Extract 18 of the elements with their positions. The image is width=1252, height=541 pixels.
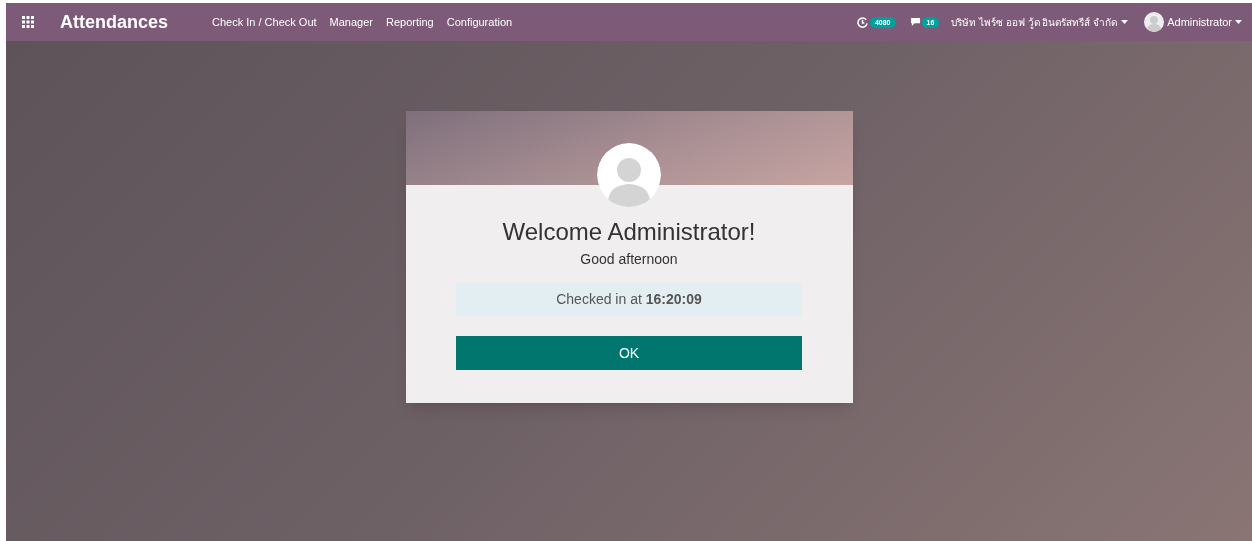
menu-item[interactable]: Reporting — [386, 13, 434, 31]
caret-icon — [1121, 20, 1129, 24]
menu-item[interactable]: Manager — [329, 13, 373, 31]
ok-button[interactable]: OK — [456, 336, 802, 370]
menu-item[interactable]: Configuration — [446, 13, 513, 31]
avatar-icon — [597, 143, 661, 207]
user-menu[interactable]: Administrator — [1144, 12, 1242, 32]
chat-icon[interactable] — [909, 17, 921, 27]
menu-item[interactable]: Check In / Check Out — [212, 13, 317, 31]
checked-in-text: Checked in at 16:20:09 — [556, 290, 702, 309]
greeting-text: Good afternoon — [580, 250, 678, 269]
apps-grid-icon[interactable] — [22, 16, 34, 28]
welcome-title: Welcome Administrator! — [502, 217, 756, 247]
app-title[interactable]: Attendances — [60, 8, 169, 36]
avatar-icon — [1144, 12, 1165, 32]
caret-icon — [1235, 20, 1242, 24]
clock-icon[interactable] — [856, 16, 868, 28]
company-switcher[interactable]: บริษัท ไพร์ซ ออฟ วู้ด อินดรัสทรีส์ จำกัด — [951, 14, 1129, 30]
